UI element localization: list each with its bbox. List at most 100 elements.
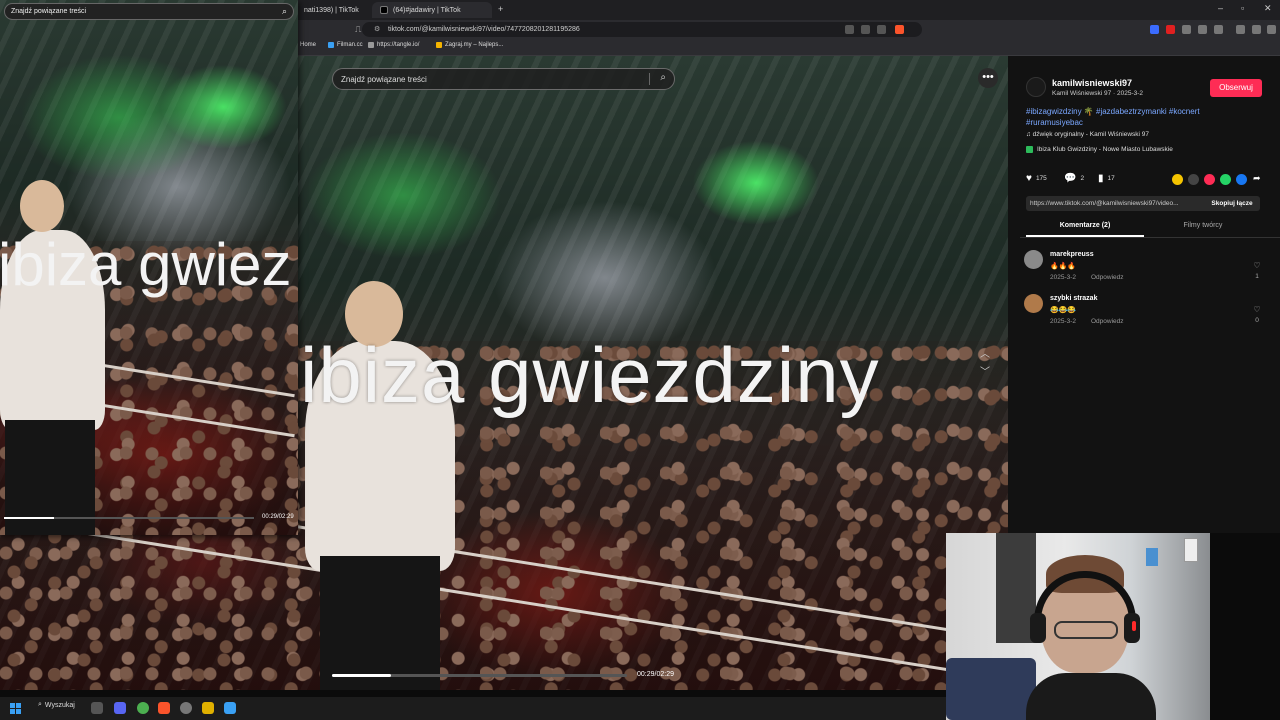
- site-info-icon[interactable]: ⚙: [374, 25, 380, 33]
- search-icon[interactable]: ⌕: [282, 6, 287, 17]
- location-label: Ibiza Klub Gwizdziny - Nowe Miasto Lubaw…: [1037, 146, 1173, 153]
- like-button[interactable]: ♥ 175: [1026, 173, 1047, 184]
- share-more-icon[interactable]: ➦: [1253, 173, 1261, 184]
- chevron-up-icon[interactable]: ︿: [980, 346, 990, 364]
- close-window-button[interactable]: ✕: [1264, 3, 1272, 14]
- music-icon[interactable]: [1236, 25, 1245, 34]
- new-tab-button[interactable]: +: [498, 4, 503, 14]
- mini-progress-fill: [4, 517, 54, 519]
- heart-icon: ♥: [1026, 173, 1032, 184]
- facebook-icon[interactable]: [1236, 174, 1247, 185]
- comment-icon: 💬: [1064, 173, 1077, 184]
- url-field[interactable]: tiktok.com/@kamilwisniewski97/video/7477…: [362, 22, 922, 37]
- zagraj-icon: [436, 42, 442, 48]
- like-count: 175: [1035, 175, 1047, 182]
- search-icon[interactable]: ⌕: [660, 72, 666, 83]
- minimize-button[interactable]: –: [1218, 3, 1223, 13]
- tab-creator-videos[interactable]: Filmy twórcy: [1144, 222, 1262, 229]
- author-avatar[interactable]: [1026, 77, 1046, 97]
- puzzle-icon[interactable]: [1198, 25, 1207, 34]
- save-button[interactable]: ▮ 17: [1098, 173, 1115, 184]
- comment-date: 2025-3-2: [1050, 274, 1077, 281]
- video-link-field[interactable]: https://www.tiktok.com/@kamilwisniewski9…: [1026, 196, 1204, 211]
- author-nick-date: Kamil Wiśniewski 97 · 2025-3-2: [1052, 90, 1144, 97]
- dj-head: [20, 180, 64, 232]
- comment-text: 😂😂😂: [1050, 307, 1077, 314]
- chevron-down-icon[interactable]: ﹀: [980, 364, 990, 382]
- embed-icon[interactable]: [1188, 174, 1199, 185]
- send-icon[interactable]: [1204, 174, 1215, 185]
- bookmark-home[interactable]: Home: [300, 42, 316, 48]
- video-time: 00:29/02:29: [637, 671, 674, 678]
- comment-author[interactable]: marekpreuss: [1050, 251, 1094, 258]
- comment-like-icon[interactable]: ♡: [1251, 305, 1263, 314]
- app-icon[interactable]: [202, 702, 214, 714]
- discord-icon[interactable]: [114, 702, 126, 714]
- chrome-icon[interactable]: [137, 702, 149, 714]
- follow-button[interactable]: Obserwuj: [1210, 79, 1262, 97]
- bookmark-tangle[interactable]: https://tangle.io/: [368, 42, 419, 48]
- browser-tab[interactable]: nati1398) | TikTok: [296, 2, 372, 18]
- video-nav-arrows[interactable]: ︿ ﹀: [980, 346, 990, 382]
- maximize-button[interactable]: ▫: [1241, 3, 1244, 13]
- tab-label: (64)#jadawiry | TikTok: [393, 6, 461, 14]
- taskbar-search[interactable]: ⌕ Wyszukaj: [38, 701, 75, 709]
- bookmark-zagraj[interactable]: Zagraj.my – Najleps...: [436, 42, 503, 48]
- comment-date: 2025-3-2: [1050, 318, 1077, 325]
- comment-like-count: 1: [1255, 273, 1259, 280]
- mini-search-input[interactable]: Znajdź powiązane treści ⌕: [4, 3, 294, 20]
- translate-icon[interactable]: [845, 25, 854, 34]
- filman-icon: [328, 42, 334, 48]
- author-username[interactable]: kamilwisniewski97: [1052, 78, 1132, 88]
- video-progress-fill: [332, 674, 391, 677]
- menu-icon[interactable]: [1267, 25, 1276, 34]
- task-view-icon[interactable]: [91, 702, 103, 714]
- search-icon: ⌕: [38, 701, 42, 708]
- tangle-icon: [368, 42, 374, 48]
- mini-overlay-text: ibiza gwiez: [0, 231, 292, 298]
- comment-like-icon[interactable]: ♡: [1251, 261, 1263, 270]
- comment-count: 2: [1080, 175, 1085, 182]
- obs-icon[interactable]: [180, 702, 192, 714]
- share-friends-icon[interactable]: [1172, 174, 1183, 185]
- app-icon[interactable]: [224, 702, 236, 714]
- wallet-icon[interactable]: [1252, 25, 1261, 34]
- more-options-button[interactable]: •••: [978, 68, 998, 88]
- whatsapp-icon[interactable]: [1220, 174, 1231, 185]
- share-page-icon[interactable]: [877, 25, 886, 34]
- tiktok-icon: [380, 6, 388, 14]
- windows-start-icon[interactable]: [10, 703, 21, 714]
- brave-icon[interactable]: [158, 702, 170, 714]
- comment-avatar[interactable]: [1024, 294, 1043, 313]
- sidebar-icon[interactable]: [1214, 25, 1223, 34]
- music-link[interactable]: ♫ dźwięk oryginalny - Kamil Wiśniewski 9…: [1026, 131, 1149, 138]
- reply-button[interactable]: Odpowiedz: [1091, 274, 1124, 281]
- screen-icon[interactable]: [861, 25, 870, 34]
- bookmark-icon[interactable]: ⎍: [355, 24, 361, 35]
- comment-button[interactable]: 💬 2: [1064, 173, 1084, 184]
- record-extension-icon[interactable]: [1166, 25, 1175, 34]
- location-icon: [1026, 146, 1033, 153]
- tab-comments[interactable]: Komentarze (2): [1026, 222, 1144, 229]
- reply-button[interactable]: Odpowiedz: [1091, 318, 1124, 325]
- browser-tab-active[interactable]: (64)#jadawiry | TikTok: [372, 2, 492, 18]
- bookmark-filman[interactable]: Filman.cc: [328, 42, 363, 48]
- location-link[interactable]: Ibiza Klub Gwizdziny - Nowe Miasto Lubaw…: [1026, 146, 1173, 153]
- related-search-input[interactable]: Znajdź powiązane treści ⌕: [332, 68, 675, 90]
- mini-video-time: 00:29/02:29: [262, 514, 294, 520]
- save-count: 17: [1107, 175, 1115, 182]
- post-hashtags[interactable]: #ibizagwizdziny 🌴 #jazdabeztrzymanki #ko…: [1026, 106, 1256, 128]
- comment-avatar[interactable]: [1024, 250, 1043, 269]
- brave-shield-icon[interactable]: [895, 25, 904, 34]
- mini-progress-bar[interactable]: [4, 517, 254, 519]
- extension-icon[interactable]: [1182, 25, 1191, 34]
- tab-divider: [1020, 237, 1280, 238]
- search-placeholder: Znajdź powiązane treści: [341, 74, 427, 84]
- mini-player[interactable]: Znajdź powiązane treści ⌕ ibiza gwiez 00…: [0, 0, 298, 535]
- video-progress-bar[interactable]: [332, 674, 627, 677]
- comment-author[interactable]: szybki strazak: [1050, 295, 1097, 302]
- extension-icon[interactable]: [1150, 25, 1159, 34]
- comment-text: 🔥🔥🔥: [1050, 263, 1077, 270]
- copy-link-button[interactable]: Skopiuj łącze: [1204, 196, 1260, 211]
- tab-label: nati1398) | TikTok: [304, 6, 359, 14]
